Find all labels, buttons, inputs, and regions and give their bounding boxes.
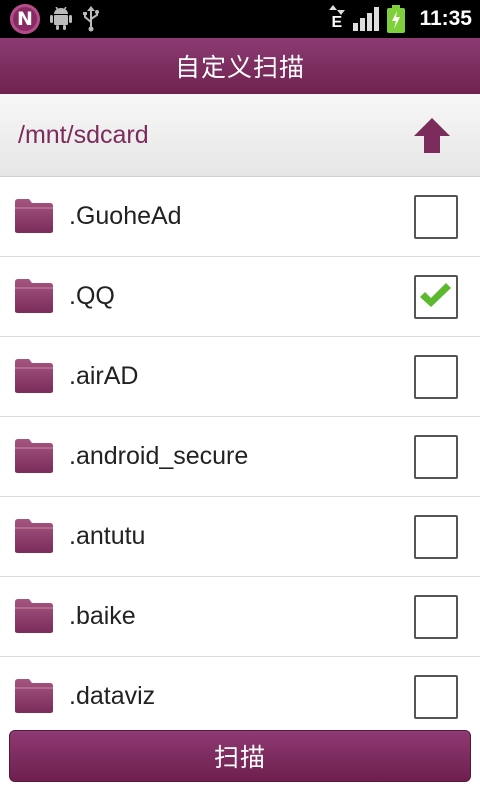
- folder-row[interactable]: .GuoheAd: [0, 177, 480, 257]
- folder-icon: [14, 358, 54, 394]
- folder-icon: [14, 598, 54, 634]
- current-path: /mnt/sdcard: [18, 121, 149, 149]
- checkmark-icon: [420, 283, 451, 307]
- status-bar: N E 11:35: [0, 0, 480, 38]
- folder-row[interactable]: .antutu: [0, 497, 480, 577]
- n-logo-icon: N: [10, 4, 40, 34]
- folder-icon: [14, 438, 54, 474]
- status-bar-left: N: [10, 4, 100, 34]
- folder-row[interactable]: .android_secure: [0, 417, 480, 497]
- network-indicator: E: [329, 5, 346, 33]
- checkbox[interactable]: [414, 515, 458, 559]
- folder-name: .antutu: [69, 522, 146, 550]
- folder-name: .baike: [69, 602, 136, 630]
- android-debug-icon: [50, 7, 72, 30]
- usb-icon: [83, 6, 99, 32]
- checkbox[interactable]: [414, 595, 458, 639]
- folder-name: .android_secure: [69, 442, 249, 470]
- network-type-label: E: [331, 14, 343, 31]
- checkbox[interactable]: [414, 355, 458, 399]
- folder-row[interactable]: .dataviz: [0, 657, 480, 727]
- checkbox[interactable]: [414, 195, 458, 239]
- folder-icon: [14, 678, 54, 714]
- path-bar: /mnt/sdcard: [0, 94, 480, 177]
- page-title: 自定义扫描: [174, 53, 305, 82]
- checkbox[interactable]: [414, 435, 458, 479]
- folder-name: .QQ: [69, 282, 115, 310]
- bottom-bar: 扫描: [0, 727, 480, 800]
- folder-icon: [14, 278, 54, 314]
- battery-charging-icon: [387, 5, 406, 33]
- folder-row[interactable]: .baike: [0, 577, 480, 657]
- arrow-up-icon[interactable]: [410, 116, 454, 156]
- folder-name: .dataviz: [69, 682, 156, 710]
- folder-row[interactable]: .airAD: [0, 337, 480, 417]
- title-bar: 自定义扫描: [0, 38, 480, 94]
- clock: 11:35: [419, 7, 472, 30]
- signal-icon: [353, 7, 380, 31]
- scan-button-label: 扫描: [213, 743, 266, 772]
- folder-list[interactable]: .GuoheAd .QQ .airAD .android_secure .antutu.…: [0, 177, 480, 727]
- folder-icon: [14, 198, 54, 234]
- folder-name: .GuoheAd: [69, 202, 182, 230]
- status-bar-right: E 11:35: [329, 4, 472, 34]
- checkbox[interactable]: [414, 675, 458, 719]
- scan-button[interactable]: 扫描: [9, 730, 471, 782]
- folder-icon: [14, 518, 54, 554]
- checkbox-checked[interactable]: [414, 275, 458, 319]
- folder-name: .airAD: [69, 362, 139, 390]
- folder-row[interactable]: .QQ: [0, 257, 480, 337]
